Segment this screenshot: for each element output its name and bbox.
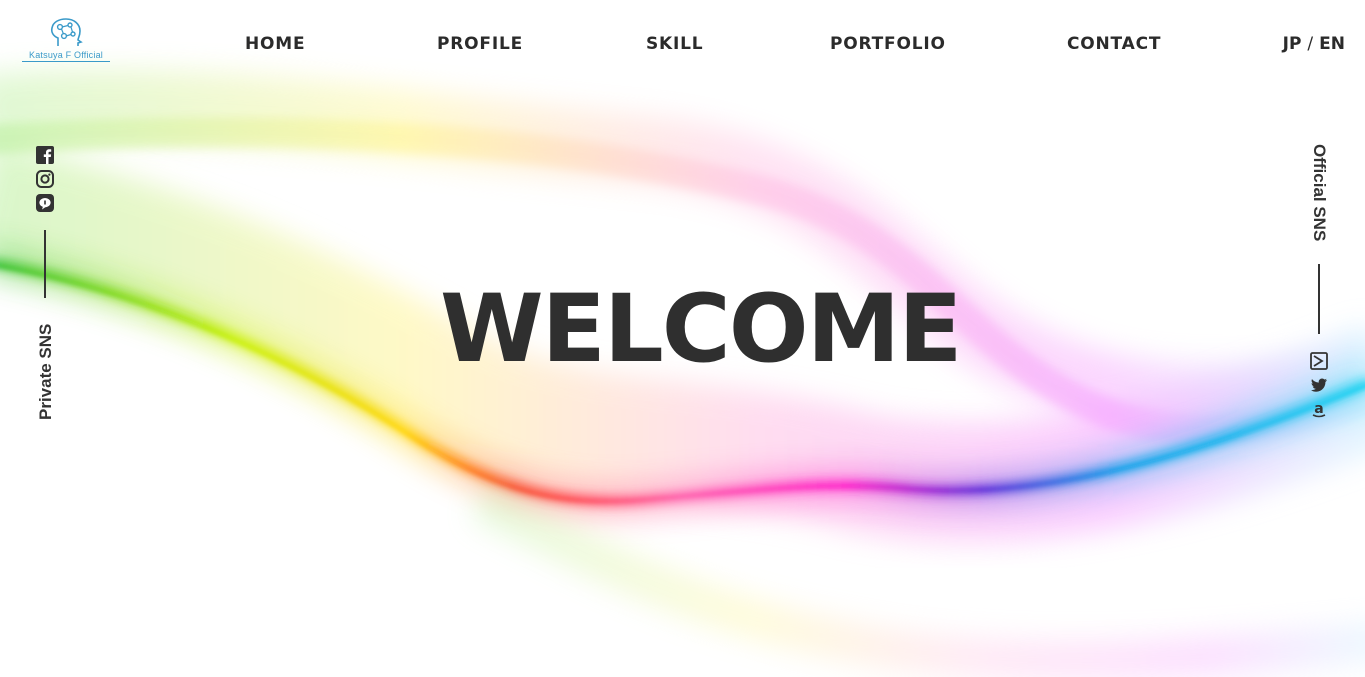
hero-title: WELCOME: [440, 275, 962, 384]
nav-profile[interactable]: PROFILE: [437, 34, 523, 54]
instagram-icon[interactable]: [36, 170, 54, 188]
lang-separator: /: [1307, 34, 1314, 54]
page: Katsuya F Official HOME PROFILE SKILL PO…: [0, 0, 1365, 677]
private-sns-label: Private SNS: [36, 323, 55, 420]
line-icon[interactable]: [36, 194, 54, 212]
mail-icon[interactable]: [1310, 352, 1328, 370]
main-nav: HOME PROFILE SKILL PORTFOLIO CONTACT: [0, 34, 1365, 58]
nav-home[interactable]: HOME: [245, 34, 305, 54]
official-sns: Official SNS a: [1305, 140, 1335, 430]
private-sns-divider: [44, 230, 46, 298]
official-sns-label: Official SNS: [1310, 144, 1329, 242]
nav-contact[interactable]: CONTACT: [1067, 34, 1161, 54]
nav-portfolio[interactable]: PORTFOLIO: [830, 34, 946, 54]
twitter-icon[interactable]: [1310, 376, 1328, 394]
nav-skill[interactable]: SKILL: [646, 34, 703, 54]
amazon-icon[interactable]: a: [1310, 400, 1328, 418]
private-sns: Private SNS: [30, 144, 60, 434]
site-header: Katsuya F Official HOME PROFILE SKILL PO…: [0, 0, 1365, 90]
facebook-icon[interactable]: [36, 146, 54, 164]
svg-text:a: a: [1314, 401, 1323, 417]
lang-en[interactable]: EN: [1319, 34, 1345, 54]
lang-jp[interactable]: JP: [1283, 34, 1302, 54]
language-switcher: JP / EN: [1283, 34, 1345, 54]
official-sns-divider: [1318, 264, 1320, 334]
